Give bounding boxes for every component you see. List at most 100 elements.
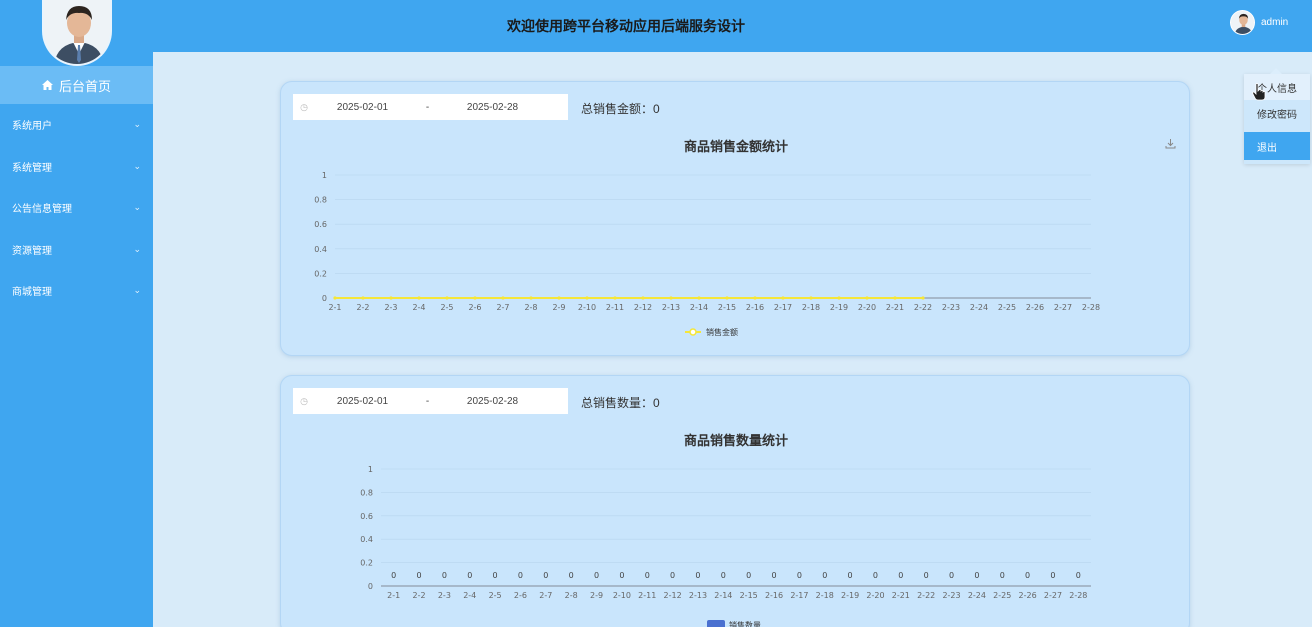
y-tick-label: 0.8: [360, 488, 373, 497]
sidebar-item-mall-management[interactable]: 商城管理 ⌄: [0, 270, 153, 312]
data-label: 0: [848, 571, 853, 580]
data-point: [473, 296, 477, 300]
legend-marker-icon: [689, 328, 697, 336]
y-tick-label: 0: [368, 582, 373, 591]
x-tick-label: 2-14: [690, 303, 708, 312]
x-tick-label: 2-9: [590, 591, 603, 600]
data-point: [529, 296, 533, 300]
sidebar-item-resource-management[interactable]: 资源管理 ⌄: [0, 229, 153, 271]
x-tick-label: 2-14: [714, 591, 732, 600]
x-tick-label: 2-9: [552, 303, 565, 312]
data-label: 0: [594, 571, 599, 580]
x-tick-label: 2-2: [356, 303, 369, 312]
data-label: 0: [518, 571, 523, 580]
x-tick-label: 2-25: [998, 303, 1016, 312]
user-menu-trigger[interactable]: admin: [1230, 10, 1288, 35]
sidebar: 后台首页 系统用户 ⌄ 系统管理 ⌄ 公告信息管理 ⌄ 资源管理 ⌄ 商城管理 …: [0, 0, 153, 627]
x-tick-label: 2-10: [578, 303, 596, 312]
x-tick-label: 2-5: [489, 591, 502, 600]
data-label: 0: [670, 571, 675, 580]
data-label: 0: [974, 571, 979, 580]
data-label: 0: [873, 571, 878, 580]
page-title: 欢迎使用跨平台移动应用后端服务设计: [507, 18, 745, 34]
legend-label: 销售金额: [706, 327, 738, 337]
x-tick-label: 2-16: [746, 303, 764, 312]
data-label: 0: [898, 571, 903, 580]
x-tick-label: 2-13: [662, 303, 680, 312]
x-tick-label: 2-28: [1069, 591, 1087, 600]
sidebar-item-system-management[interactable]: 系统管理 ⌄: [0, 146, 153, 188]
x-tick-label: 2-26: [1019, 591, 1037, 600]
avatar-portrait-icon: [1231, 11, 1254, 34]
data-label: 0: [746, 571, 751, 580]
main-content: ◷ 2025-02-01 - 2025-02-28 总销售金额：0 商品销售金额…: [153, 52, 1312, 627]
x-tick-label: 2-18: [802, 303, 820, 312]
x-tick-label: 2-4: [412, 303, 425, 312]
data-label: 0: [695, 571, 700, 580]
sales-count-card: ◷ 2025-02-01 - 2025-02-28 总销售数量：0 商品销售数量…: [280, 375, 1190, 627]
avatar: [41, 0, 112, 66]
x-tick-label: 2-3: [384, 303, 397, 312]
data-label: 0: [1076, 571, 1081, 580]
x-tick-label: 2-25: [993, 591, 1011, 600]
data-label: 0: [1000, 571, 1005, 580]
x-tick-label: 2-24: [968, 591, 986, 600]
y-tick-label: 0: [322, 294, 327, 303]
sidebar-item-home[interactable]: 后台首页: [0, 66, 153, 104]
x-tick-label: 2-23: [942, 303, 960, 312]
legend-swatch-icon: [707, 620, 725, 627]
data-label: 0: [619, 571, 624, 580]
x-tick-label: 2-23: [942, 591, 960, 600]
data-label: 0: [721, 571, 726, 580]
data-point: [781, 296, 785, 300]
y-tick-label: 0.2: [360, 559, 373, 568]
x-tick-label: 2-19: [841, 591, 859, 600]
x-tick-label: 2-17: [790, 591, 808, 600]
x-tick-label: 2-22: [917, 591, 935, 600]
x-tick-label: 2-27: [1054, 303, 1072, 312]
data-point: [585, 296, 589, 300]
data-label: 0: [569, 571, 574, 580]
data-label: 0: [645, 571, 650, 580]
data-label: 0: [442, 571, 447, 580]
data-label: 0: [924, 571, 929, 580]
sales-count-chart: 0 0.2 0.4 0.6 0.8 1 2-1 2-2 2-3 2-4 2-5 2-6 2-7 2-8 2-…: [360, 465, 1091, 627]
data-label: 0: [822, 571, 827, 580]
data-point: [389, 296, 393, 300]
data-label: 0: [391, 571, 396, 580]
username: admin: [1261, 17, 1289, 28]
data-point: [641, 296, 645, 300]
sidebar-item-label: 后台首页: [58, 78, 111, 94]
data-label: 0: [543, 571, 548, 580]
x-tick-label: 2-7: [539, 591, 552, 600]
y-tick-label: 0.4: [314, 245, 327, 254]
avatar-portrait-icon: [43, 0, 110, 64]
data-point: [361, 296, 365, 300]
y-tick-label: 1: [368, 465, 373, 474]
sidebar-item-notice-management[interactable]: 公告信息管理 ⌄: [0, 187, 153, 229]
x-tick-label: 2-7: [496, 303, 509, 312]
data-point: [753, 296, 757, 300]
top-header: 欢迎使用跨平台移动应用后端服务设计 admin: [153, 0, 1312, 52]
x-tick-label: 2-28: [1082, 303, 1100, 312]
sidebar-item-system-users[interactable]: 系统用户 ⌄: [0, 104, 153, 146]
x-tick-label: 2-11: [638, 591, 656, 600]
data-label: 0: [493, 571, 498, 580]
x-tick-label: 2-12: [664, 591, 682, 600]
sidebar-item-label: 公告信息管理: [12, 204, 72, 216]
data-point: [445, 296, 449, 300]
x-tick-label: 2-16: [765, 591, 783, 600]
y-tick-label: 0.8: [314, 196, 327, 205]
x-tick-label: 2-15: [718, 303, 736, 312]
y-tick-label: 0.4: [360, 535, 373, 544]
chevron-down-icon: ⌄: [133, 160, 141, 171]
data-point: [837, 296, 841, 300]
x-tick-label: 2-8: [565, 591, 578, 600]
x-tick-label: 2-13: [689, 591, 707, 600]
data-label: 0: [1050, 571, 1055, 580]
x-tick-label: 2-8: [524, 303, 537, 312]
x-tick-label: 2-11: [606, 303, 624, 312]
data-point: [893, 296, 897, 300]
x-tick-label: 2-2: [412, 591, 425, 600]
x-tick-label: 2-6: [468, 303, 481, 312]
